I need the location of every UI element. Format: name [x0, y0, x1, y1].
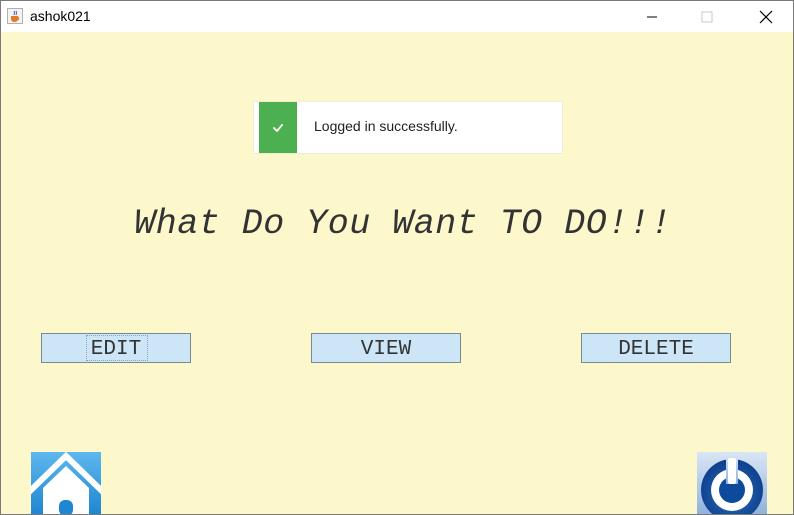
- delete-button-label: DELETE: [618, 337, 694, 361]
- close-button[interactable]: [743, 1, 789, 32]
- java-cup-icon[interactable]: [7, 8, 23, 24]
- view-button-label: VIEW: [360, 337, 412, 361]
- minimize-icon: [647, 16, 657, 17]
- page-heading: What Do You Want TO DO!!!: [134, 204, 672, 244]
- focus-indicator: [86, 335, 148, 361]
- close-icon: [759, 10, 773, 23]
- check-icon: [273, 123, 283, 132]
- toast-message: Logged in successfully.: [314, 118, 458, 134]
- maximize-button[interactable]: [684, 1, 730, 32]
- toast-status-bar: [259, 102, 297, 153]
- minimize-button[interactable]: [629, 1, 675, 32]
- success-toast: Logged in successfully.: [254, 102, 562, 153]
- power-icon: [697, 452, 767, 514]
- delete-button[interactable]: DELETE: [581, 333, 731, 363]
- app-window: ashok021 Logged in successfully. What Do…: [0, 0, 794, 515]
- main-panel: Logged in successfully. What Do You Want…: [1, 32, 793, 514]
- maximize-icon: [701, 11, 713, 22]
- home-button[interactable]: [31, 452, 101, 514]
- home-icon: [31, 452, 101, 514]
- view-button[interactable]: VIEW: [311, 333, 461, 363]
- edit-button[interactable]: EDIT: [41, 333, 191, 363]
- window-title: ashok021: [30, 8, 91, 24]
- title-bar[interactable]: ashok021: [1, 1, 793, 32]
- power-button[interactable]: [697, 452, 767, 514]
